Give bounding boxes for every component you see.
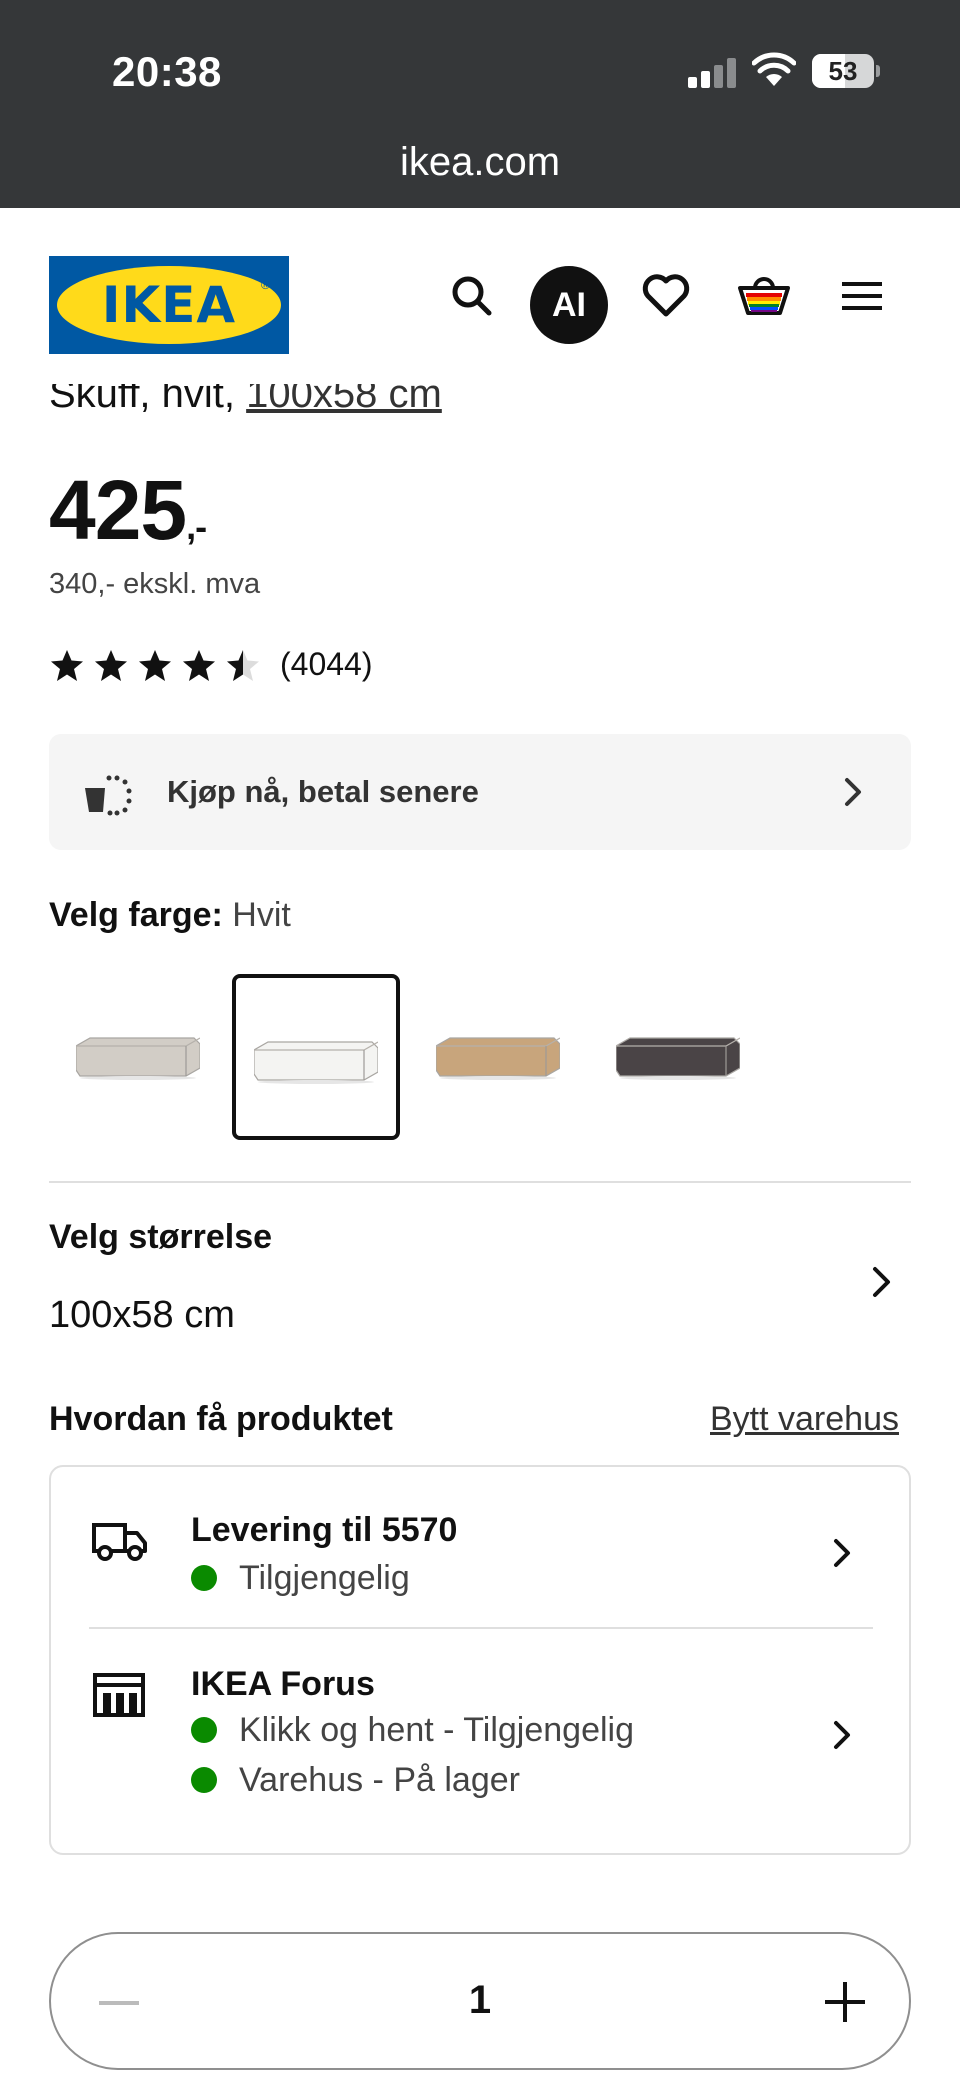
available-dot (191, 1717, 217, 1743)
in-store-status: Varehus - På lager (191, 1761, 520, 1801)
battery-level: 53 (828, 56, 858, 86)
truck-icon (92, 1523, 147, 1561)
chevron-right-icon (834, 1721, 850, 1749)
color-swatch[interactable] (414, 974, 582, 1140)
color-swatch[interactable] (232, 974, 400, 1140)
basket-icon[interactable] (734, 266, 794, 326)
price-ex-vat: 340,- ekskl. mva (49, 568, 261, 600)
star-icon (139, 650, 171, 681)
drawer-image (76, 1037, 200, 1080)
size-link[interactable]: 100x58 cm (246, 384, 442, 416)
quantity-value[interactable]: 1 (51, 1978, 909, 2023)
chevron-right-icon (845, 778, 861, 806)
battery-icon: 53 (812, 54, 880, 88)
browser-chrome: 20:38 53 ikea.com (0, 0, 960, 208)
drawer-image (616, 1037, 740, 1080)
store-title: IKEA Forus (191, 1665, 375, 1703)
change-store-link[interactable]: Bytt varehus (710, 1400, 899, 1439)
drawer-image (436, 1037, 560, 1080)
divider (89, 1627, 873, 1629)
status-time: 20:38 (112, 48, 222, 95)
review-count[interactable]: (4044) (280, 646, 373, 683)
selected-color: Hvit (232, 896, 291, 934)
fulfilment-options: Levering til 5570 Tilgjengelig IKEA Foru… (49, 1465, 911, 1855)
buy-now-pay-later-button[interactable]: Kjøp nå, betal senere (49, 734, 911, 850)
bnpl-label: Kjøp nå, betal senere (167, 774, 479, 809)
delivery-status: Tilgjengelig (191, 1559, 410, 1599)
installment-icon (85, 775, 132, 816)
ikea-logo[interactable]: IKEA ® (49, 256, 289, 354)
star-icon (227, 650, 259, 681)
price: 425,- (49, 462, 207, 559)
star-icon (51, 650, 83, 681)
size-value: 100x58 cm (49, 1294, 235, 1336)
quantity-stepper: 1 (49, 1932, 911, 2070)
store-icon (93, 1673, 145, 1717)
product-subtitle: Skuff, hvit, 100x58 cm (49, 384, 442, 420)
address-bar-url[interactable]: ikea.com (0, 140, 960, 185)
drawer-image (254, 1041, 378, 1084)
site-header: IKEA ® AI (0, 208, 960, 384)
price-suffix: ,- (186, 506, 207, 547)
star-icon (183, 650, 215, 681)
color-swatch[interactable] (54, 974, 222, 1140)
available-dot (191, 1565, 217, 1591)
ai-assistant-button[interactable]: AI (530, 266, 608, 344)
star-icon (95, 650, 127, 681)
available-dot (191, 1767, 217, 1793)
delivery-title: Levering til 5570 (191, 1511, 458, 1549)
heart-icon[interactable] (636, 266, 696, 326)
wifi-icon (752, 52, 796, 86)
chevron-right-icon (834, 1539, 850, 1567)
cellular-signal-icon (688, 58, 736, 88)
increase-quantity-button[interactable] (825, 1982, 865, 2022)
search-icon[interactable] (442, 266, 502, 326)
size-label: Velg størrelse (49, 1218, 273, 1256)
menu-icon[interactable] (832, 266, 892, 326)
fulfilment-heading: Hvordan få produktet (49, 1400, 393, 1438)
color-swatch[interactable] (594, 974, 762, 1140)
chevron-right-icon[interactable] (866, 1264, 896, 1300)
price-main: 425 (49, 463, 187, 557)
divider (49, 1181, 911, 1183)
color-selector-label: Velg farge: Hvit (49, 896, 291, 934)
click-collect-status: Klikk og hent - Tilgjengelig (191, 1711, 634, 1751)
